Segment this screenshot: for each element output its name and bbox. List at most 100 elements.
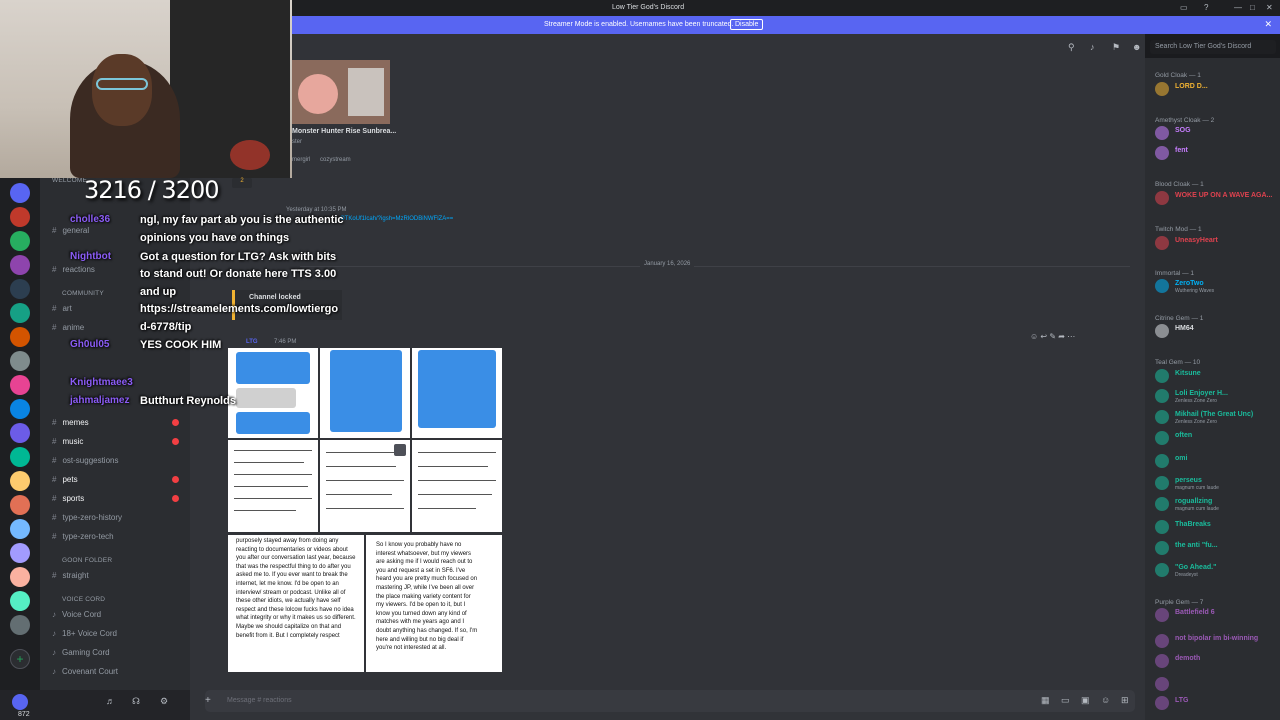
video-tag-1[interactable]: mergirl	[292, 157, 310, 163]
channel-label: Gaming Cord	[62, 648, 110, 657]
gift-icon[interactable]: ▦	[1041, 695, 1050, 706]
delete-attachment-icon[interactable]	[394, 444, 406, 456]
member-name: omi	[1175, 455, 1188, 462]
server-icon[interactable]	[10, 375, 30, 395]
voice-channel[interactable]: ♪ Voice Cord	[52, 610, 101, 619]
forward-icon[interactable]: ➦	[1058, 332, 1065, 341]
server-icon[interactable]	[10, 351, 30, 371]
voice-channel[interactable]: ♪ Covenant Court	[52, 667, 118, 676]
channel-ost-suggestions[interactable]: # ost-suggestions	[52, 456, 118, 465]
category-community[interactable]: COMMUNITY	[62, 290, 104, 297]
sticker-icon[interactable]: ▣	[1081, 695, 1090, 706]
server-icon[interactable]	[10, 591, 30, 611]
channel-label: memes	[62, 418, 89, 427]
settings-icon[interactable]: ⚙	[160, 696, 168, 707]
category-welcome[interactable]: WELCOME	[52, 177, 87, 184]
attachment-image-5[interactable]	[320, 440, 410, 532]
channel-music[interactable]: # music	[52, 437, 83, 446]
inbox-icon[interactable]: ▭	[1180, 3, 1188, 12]
counter-badge: 2	[232, 178, 252, 188]
bell-icon[interactable]: ♪	[1090, 42, 1095, 52]
server-icon[interactable]	[10, 255, 30, 275]
role-header: Amethyst Cloak — 2	[1155, 117, 1215, 124]
category-goon[interactable]: GOON FOLDER	[62, 557, 112, 564]
server-icon[interactable]	[10, 471, 30, 491]
member-name: demoth	[1175, 655, 1201, 662]
gif-icon[interactable]: ▭	[1061, 695, 1070, 706]
apps-icon[interactable]: ⊞	[1121, 695, 1129, 706]
server-icon[interactable]	[10, 519, 30, 539]
add-attachment-icon[interactable]: +	[205, 695, 211, 706]
member-name: WOKE UP ON A WAVE AGA...	[1175, 192, 1273, 199]
server-icon[interactable]	[10, 183, 30, 203]
role-header: Twitch Mod — 1	[1155, 226, 1202, 233]
reply-icon[interactable]: ↩	[1040, 332, 1047, 341]
server-icon[interactable]	[10, 303, 30, 323]
edit-icon[interactable]: ✎	[1049, 332, 1056, 341]
server-icon[interactable]	[10, 279, 30, 299]
channel-straight[interactable]: # straight	[52, 571, 89, 580]
channel-anime[interactable]: # anime	[52, 323, 84, 332]
message-link[interactable]: OTKoUf1lcah/?igsh=MzRlODBiNWFlZA==	[340, 216, 453, 222]
voice-channel[interactable]: ♪ Gaming Cord	[52, 648, 110, 657]
close-window-icon[interactable]: ✕	[1266, 3, 1273, 12]
channel-label: music	[62, 437, 84, 446]
maximize-icon[interactable]: □	[1250, 3, 1255, 12]
server-icon[interactable]	[10, 615, 30, 635]
avatar	[1155, 146, 1169, 160]
video-tag-2[interactable]: cozystream	[320, 157, 351, 163]
server-icon[interactable]	[10, 543, 30, 563]
headset-icon[interactable]: ☊	[132, 696, 140, 707]
channel-type-zero-history[interactable]: # type-zero-history	[52, 513, 122, 522]
member-status: Dreadeyst	[1175, 572, 1198, 578]
channel-memes[interactable]: # memes	[52, 418, 89, 427]
attachment-image-2[interactable]	[320, 348, 410, 438]
voice-channel[interactable]: ♪ 18+ Voice Cord	[52, 629, 117, 638]
attachment-image-7[interactable]: purposely stayed away from doing any rea…	[228, 535, 364, 672]
server-icon[interactable]	[10, 399, 30, 419]
attachment-image-4[interactable]	[228, 440, 318, 532]
close-icon[interactable]: ✕	[1264, 19, 1272, 30]
channel-pets[interactable]: # pets	[52, 475, 78, 484]
channel-art[interactable]: # art	[52, 304, 72, 313]
channel-general[interactable]: # general	[52, 226, 89, 235]
more-icon[interactable]: ⋯	[1067, 332, 1075, 341]
help-icon[interactable]: ?	[1204, 3, 1208, 12]
member-status: Wuthering Waves	[1175, 288, 1215, 294]
attachment-image-8[interactable]: So I know you probably have no interest …	[366, 535, 502, 672]
avatar	[1155, 497, 1169, 511]
message-composer[interactable]: + Message # reactions ▦ ▭ ▣ ☺ ⊞	[205, 690, 1135, 712]
member-name: Kitsune	[1175, 370, 1201, 377]
attachment-image-1[interactable]	[228, 348, 318, 438]
server-icon[interactable]	[10, 447, 30, 467]
server-icon[interactable]	[10, 423, 30, 443]
server-icon[interactable]	[10, 231, 30, 251]
message-input[interactable]: Message # reactions	[227, 697, 292, 704]
server-icon[interactable]	[10, 495, 30, 515]
add-server-icon[interactable]: +	[10, 649, 30, 669]
server-icon[interactable]	[10, 327, 30, 347]
pin-icon[interactable]: ⚑	[1112, 42, 1120, 53]
channel-sports[interactable]: # sports	[52, 494, 84, 503]
members-icon[interactable]: ☻	[1132, 42, 1141, 52]
avatar[interactable]	[12, 694, 28, 710]
video-card-title[interactable]: Monster Hunter Rise Sunbrea...	[292, 128, 396, 135]
server-icon[interactable]	[10, 207, 30, 227]
channel-reactions[interactable]: # reactions	[52, 265, 95, 274]
channel-type-zero-tech[interactable]: # type-zero-tech	[52, 532, 114, 541]
category-voice[interactable]: VOICE CORD	[62, 596, 105, 603]
message-bubble	[236, 412, 310, 434]
video-thumbnail[interactable]	[292, 60, 390, 124]
search-input[interactable]: Search Low Tier God's Discord	[1150, 40, 1276, 54]
server-icon[interactable]	[10, 567, 30, 587]
minimize-icon[interactable]: —	[1234, 3, 1242, 12]
disable-streamer-mode-button[interactable]: Disable	[730, 19, 764, 30]
message-bubble	[330, 350, 402, 432]
reaction-icon[interactable]: ☺	[1030, 332, 1038, 341]
channel-label: sports	[62, 494, 85, 503]
threads-icon[interactable]: ⚲	[1068, 42, 1075, 53]
attachment-image-6[interactable]	[412, 440, 502, 532]
emoji-icon[interactable]: ☺	[1101, 695, 1110, 705]
attachment-image-3[interactable]	[412, 348, 502, 438]
mic-icon[interactable]: ♬	[106, 696, 115, 706]
